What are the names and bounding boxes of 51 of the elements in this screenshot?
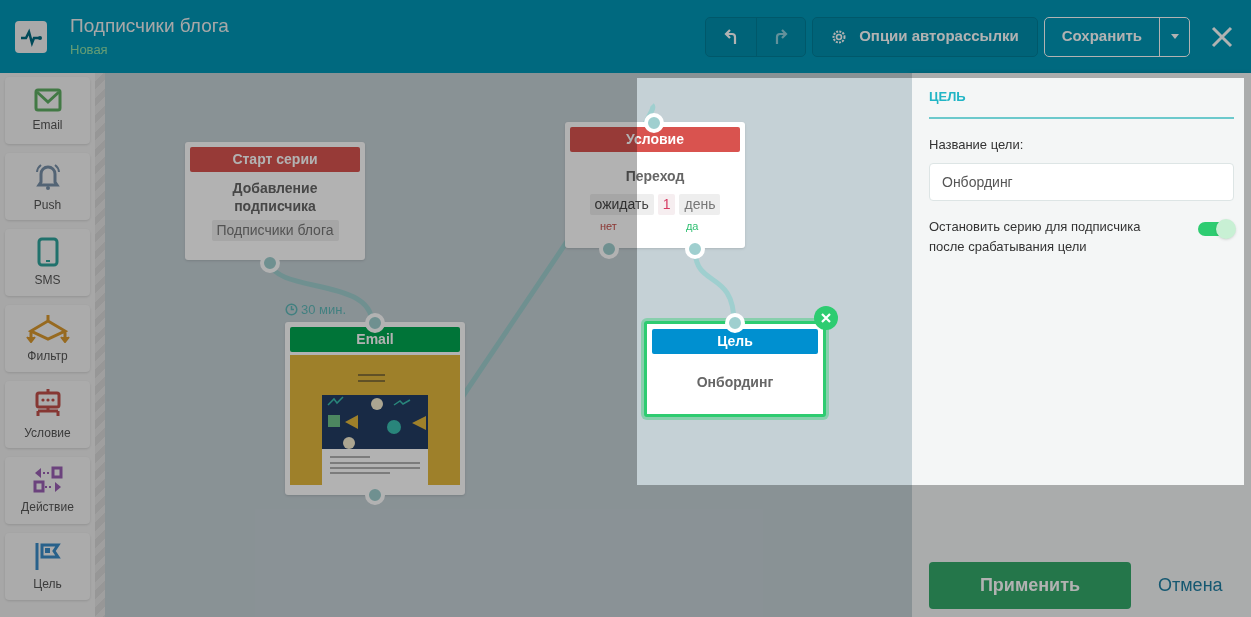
cancel-link[interactable]: Отмена — [1158, 572, 1223, 599]
palette-item[interactable]: Фильтр — [5, 305, 90, 372]
save-button[interactable]: Сохранить — [1044, 17, 1160, 56]
segment-tag: Подписчики блога — [211, 220, 339, 241]
delay-label: 30 мин. — [285, 300, 347, 320]
remove-node-button[interactable] — [814, 306, 838, 330]
close-icon — [1211, 25, 1233, 48]
phone-icon — [36, 236, 59, 267]
goal-node[interactable]: Цель Онбординг — [644, 321, 826, 417]
connector-port[interactable] — [644, 113, 664, 133]
section-title: ЦЕЛЬ — [929, 73, 1234, 119]
node-header: Цель — [652, 329, 818, 354]
flag-icon — [33, 540, 62, 571]
stop-series-toggle[interactable] — [1198, 222, 1234, 236]
node-header: Старт серии — [190, 147, 360, 172]
branch-icon — [24, 312, 71, 343]
node-title: Онбординг — [696, 373, 774, 392]
arrows-icon — [32, 465, 63, 494]
gear-icon — [831, 28, 848, 45]
connector-port[interactable] — [725, 313, 745, 333]
pulse-logo-icon — [15, 20, 47, 53]
close-icon — [821, 313, 831, 323]
start-node[interactable]: Старт серии Добавление подписчика Подписчики блога — [185, 142, 365, 260]
palette-item[interactable]: Действие — [5, 457, 90, 524]
redo-icon — [774, 28, 789, 45]
no-branch-label: нет — [600, 219, 617, 234]
options-button[interactable]: Опции авторассылки — [812, 16, 1038, 57]
yes-branch-label: да — [685, 219, 699, 234]
status-label: Новая — [70, 41, 109, 59]
page-title: Подписчики блога — [70, 14, 229, 38]
palette-item[interactable]: SMS — [5, 229, 90, 296]
caret-icon — [1170, 34, 1179, 39]
field-label: Название цели: — [929, 135, 1025, 154]
node-header: Условие — [570, 127, 740, 152]
goal-name-field[interactable]: Онбординг — [929, 163, 1234, 201]
clock-icon — [285, 303, 298, 317]
toggle-label: Остановить серию для подписчика после срабатывания цели — [929, 218, 1142, 256]
palette-item[interactable]: Email — [5, 77, 90, 144]
palette-item[interactable]: Цель — [5, 533, 90, 600]
envelope-icon — [33, 87, 62, 112]
node-header: Email — [290, 327, 460, 352]
email-node[interactable]: Email — [285, 322, 465, 495]
unit-tag: день — [679, 194, 721, 215]
connector-port[interactable] — [365, 313, 385, 333]
undo-icon — [724, 28, 739, 45]
palette-item[interactable]: Push — [5, 153, 90, 220]
count-tag: 1 — [657, 194, 676, 215]
node-title: Добавление подписчика — [231, 179, 319, 215]
node-title: Переход — [625, 167, 685, 186]
palette-item[interactable]: Условие — [5, 381, 90, 448]
apply-button[interactable]: Применить — [929, 562, 1131, 609]
